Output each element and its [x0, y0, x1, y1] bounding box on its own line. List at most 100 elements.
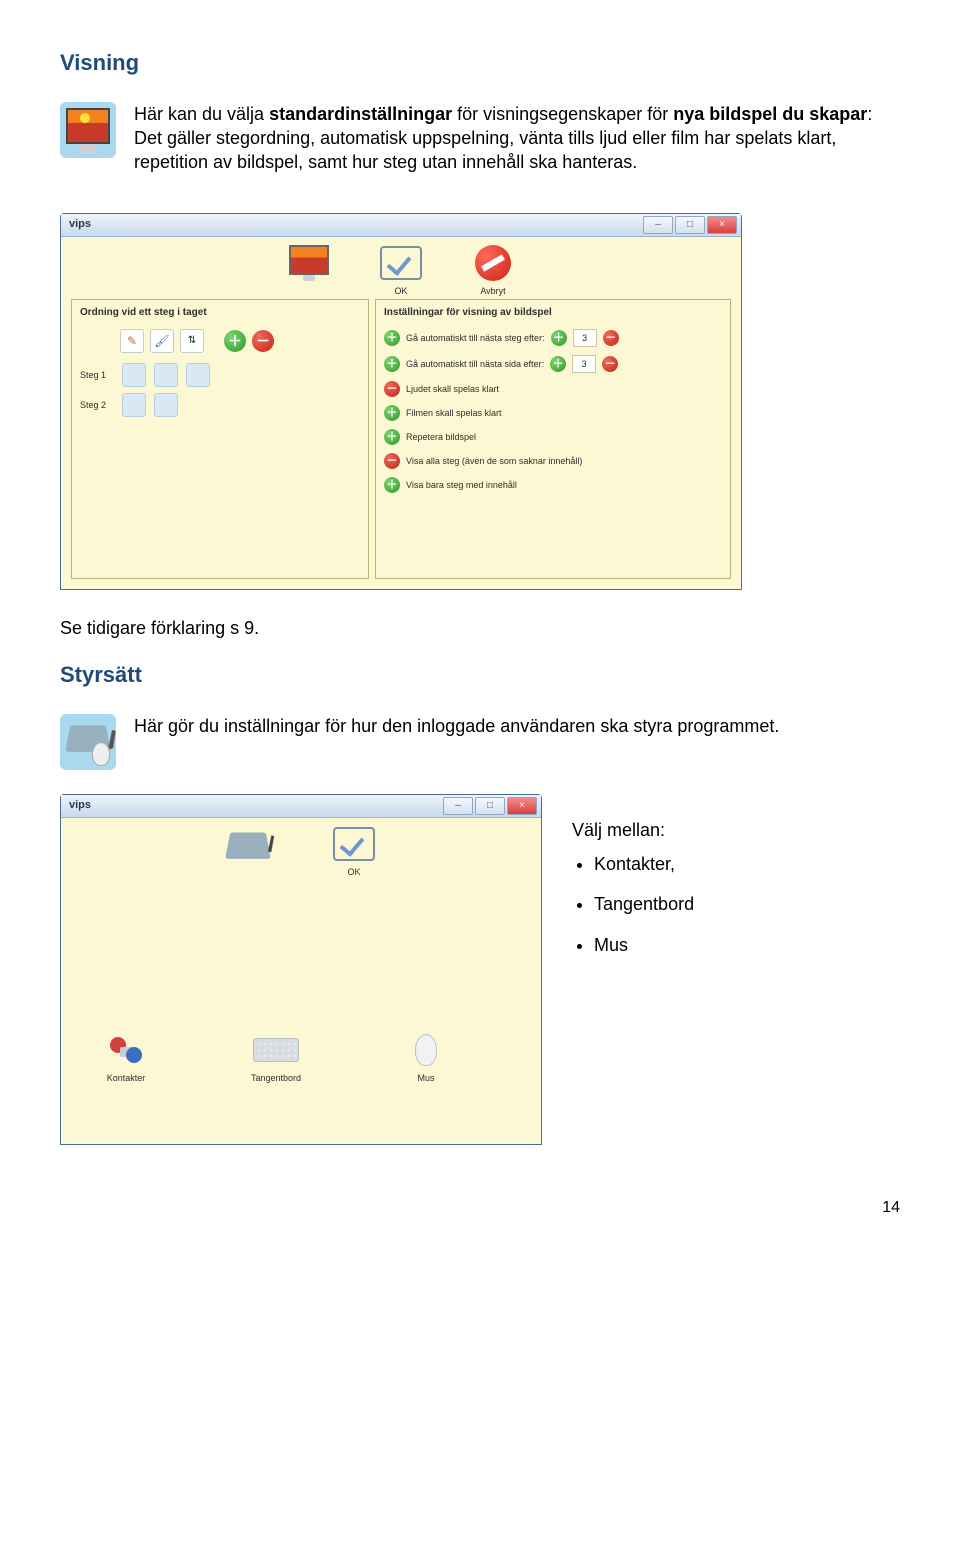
step-row-2: Steg 2 — [80, 393, 360, 417]
ok-button[interactable]: OK — [331, 824, 377, 878]
toggle-on-icon[interactable]: ＋ — [384, 405, 400, 421]
setting-wait-film: ＋ Filmen skall spelas klart — [384, 405, 722, 421]
toggle-on-icon[interactable]: ＋ — [384, 330, 400, 346]
intro-paragraph-visning: Här kan du välja standardinställningar f… — [134, 102, 900, 175]
keyboard-icon — [253, 1038, 299, 1062]
pencil-icon[interactable]: ✎ — [120, 329, 144, 353]
add-step-button[interactable]: ＋ — [224, 330, 246, 352]
toolbar-label: OK — [331, 866, 377, 878]
option-tangentbord[interactable]: Tangentbord — [241, 1030, 311, 1084]
toggle-on-icon[interactable]: ＋ — [384, 477, 400, 493]
toolbar-item-tablet — [225, 824, 271, 878]
two-pane-area: Ordning vid ett steg i taget ✎ 🖌 ⇅ ＋ － S… — [61, 299, 741, 589]
intro-row-styrsatt: Här gör du inställningar för hur den inl… — [60, 714, 900, 770]
close-button[interactable]: × — [507, 797, 537, 815]
left-pane-title: Ordning vid ett steg i taget — [80, 306, 360, 320]
setting-label: Visa bara steg med innehåll — [406, 479, 517, 491]
window-title: vips — [65, 217, 643, 232]
step-slot[interactable] — [154, 393, 178, 417]
step-label: Steg 2 — [80, 399, 114, 411]
setting-show-all: － Visa alla steg (även de som saknar inn… — [384, 453, 722, 469]
right-pane: Inställningar för visning av bildspel ＋ … — [375, 299, 731, 579]
close-button[interactable]: × — [707, 216, 737, 234]
window-title: vips — [65, 798, 443, 813]
settings-window-styrsatt: vips – □ × OK Kontakter T — [60, 794, 542, 1145]
left-pane: Ordning vid ett steg i taget ✎ 🖌 ⇅ ＋ － S… — [71, 299, 369, 579]
monitor-stand-icon — [80, 144, 96, 154]
window-and-list-row: vips – □ × OK Kontakter T — [60, 788, 900, 1145]
step-label: Steg 1 — [80, 369, 114, 381]
cancel-icon — [475, 245, 511, 281]
increase-button[interactable]: ＋ — [551, 330, 567, 346]
remove-step-button[interactable]: － — [252, 330, 274, 352]
tablet-mouse-icon — [60, 714, 116, 770]
text-bold: standardinställningar — [269, 104, 452, 124]
text: Här kan du välja — [134, 104, 269, 124]
maximize-button[interactable]: □ — [475, 797, 505, 815]
window-buttons: – □ × — [443, 797, 537, 815]
minimize-button[interactable]: – — [643, 216, 673, 234]
setting-show-only: ＋ Visa bara steg med innehåll — [384, 477, 722, 493]
checkmark-icon — [333, 827, 375, 861]
text: för visningsegenskaper för — [452, 104, 673, 124]
monitor-icon — [286, 243, 332, 283]
setting-label: Gå automatiskt till nästa sida efter: — [406, 358, 544, 370]
see-earlier-text: Se tidigare förklaring s 9. — [60, 616, 900, 640]
step-slot[interactable] — [154, 363, 178, 387]
step-slot[interactable] — [122, 393, 146, 417]
option-kontakter[interactable]: Kontakter — [91, 1030, 161, 1084]
option-label: Kontakter — [91, 1072, 161, 1084]
setting-label: Visa alla steg (även de som saknar inneh… — [406, 455, 582, 467]
list-item: Kontakter, — [594, 852, 694, 876]
cancel-button[interactable]: Avbryt — [470, 243, 516, 297]
settings-window-visning: vips – □ × OK Avbryt Ordning vid ett ste… — [60, 213, 742, 590]
toolbar-label: OK — [378, 285, 424, 297]
brush-icon[interactable]: 🖌 — [150, 329, 174, 353]
toggle-on-icon[interactable]: ＋ — [384, 356, 400, 372]
option-mus[interactable]: Mus — [391, 1030, 461, 1084]
list-item: Tangentbord — [594, 892, 694, 916]
setting-label: Gå automatiskt till nästa steg efter: — [406, 332, 545, 344]
toggle-on-icon[interactable]: ＋ — [384, 429, 400, 445]
minimize-button[interactable]: – — [443, 797, 473, 815]
window-toolbar: OK Avbryt — [61, 237, 741, 299]
sunset-icon — [66, 108, 110, 144]
list-item: Mus — [594, 933, 694, 957]
choose-label: Välj mellan: — [572, 818, 694, 842]
setting-label: Filmen skall spelas klart — [406, 407, 502, 419]
option-label: Tangentbord — [241, 1072, 311, 1084]
value-box: 3 — [572, 355, 596, 373]
intro-paragraph-styrsatt: Här gör du inställningar för hur den inl… — [134, 714, 900, 738]
choose-between-block: Välj mellan: Kontakter, Tangentbord Mus — [572, 788, 694, 973]
window-titlebar: vips – □ × — [61, 214, 741, 237]
toolbar-label: Avbryt — [470, 285, 516, 297]
decrease-button[interactable]: － — [603, 330, 619, 346]
contacts-icon — [106, 1035, 146, 1065]
setting-wait-audio: － Ljudet skall spelas klart — [384, 381, 722, 397]
decrease-button[interactable]: － — [602, 356, 618, 372]
step-row-1: Steg 1 — [80, 363, 360, 387]
increase-button[interactable]: ＋ — [550, 356, 566, 372]
window-titlebar: vips – □ × — [61, 795, 541, 818]
step-slot[interactable] — [186, 363, 210, 387]
tablet-icon — [225, 832, 271, 858]
monitor-icon — [60, 102, 116, 158]
toggle-off-icon[interactable]: － — [384, 453, 400, 469]
window-toolbar: OK — [61, 818, 541, 880]
step-slot[interactable] — [122, 363, 146, 387]
checkmark-icon — [380, 246, 422, 280]
mouse-icon — [92, 742, 110, 766]
section-heading-styrsatt: Styrsätt — [60, 660, 900, 690]
setting-repeat: ＋ Repetera bildspel — [384, 429, 722, 445]
move-icon[interactable]: ⇅ — [180, 329, 204, 353]
option-label: Mus — [391, 1072, 461, 1084]
setting-auto-next-page: ＋ Gå automatiskt till nästa sida efter: … — [384, 355, 722, 373]
ok-button[interactable]: OK — [378, 243, 424, 297]
step-tools-row: ✎ 🖌 ⇅ ＋ － — [120, 329, 360, 353]
right-pane-title: Inställningar för visning av bildspel — [384, 306, 722, 320]
options-list: Kontakter, Tangentbord Mus — [594, 852, 694, 957]
maximize-button[interactable]: □ — [675, 216, 705, 234]
section-heading-visning: Visning — [60, 48, 900, 78]
toggle-off-icon[interactable]: － — [384, 381, 400, 397]
text-bold: nya bildspel du skapar — [673, 104, 867, 124]
